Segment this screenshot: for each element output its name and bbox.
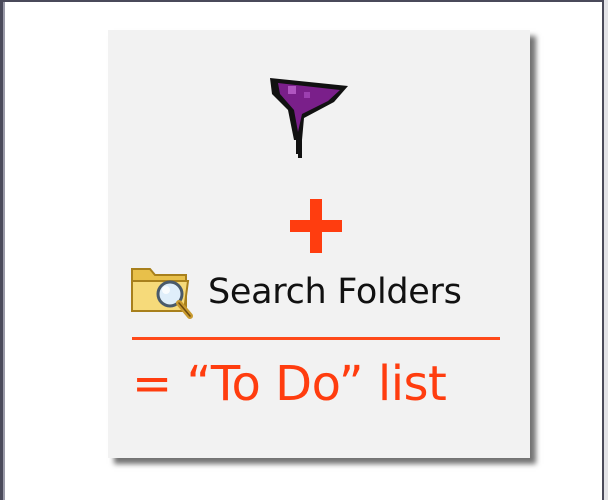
window-frame: Search Folders = “To Do” list — [0, 0, 604, 500]
search-folders-label: Search Folders — [208, 272, 462, 312]
plus-icon — [284, 199, 348, 253]
todo-list-result: = “To Do” list — [132, 356, 447, 412]
formula-card: Search Folders = “To Do” list — [108, 30, 530, 458]
equals-divider — [132, 337, 500, 340]
search-folder-icon — [131, 268, 193, 319]
plus-vertical-bar — [310, 199, 322, 253]
purple-flag-icon — [270, 78, 348, 158]
